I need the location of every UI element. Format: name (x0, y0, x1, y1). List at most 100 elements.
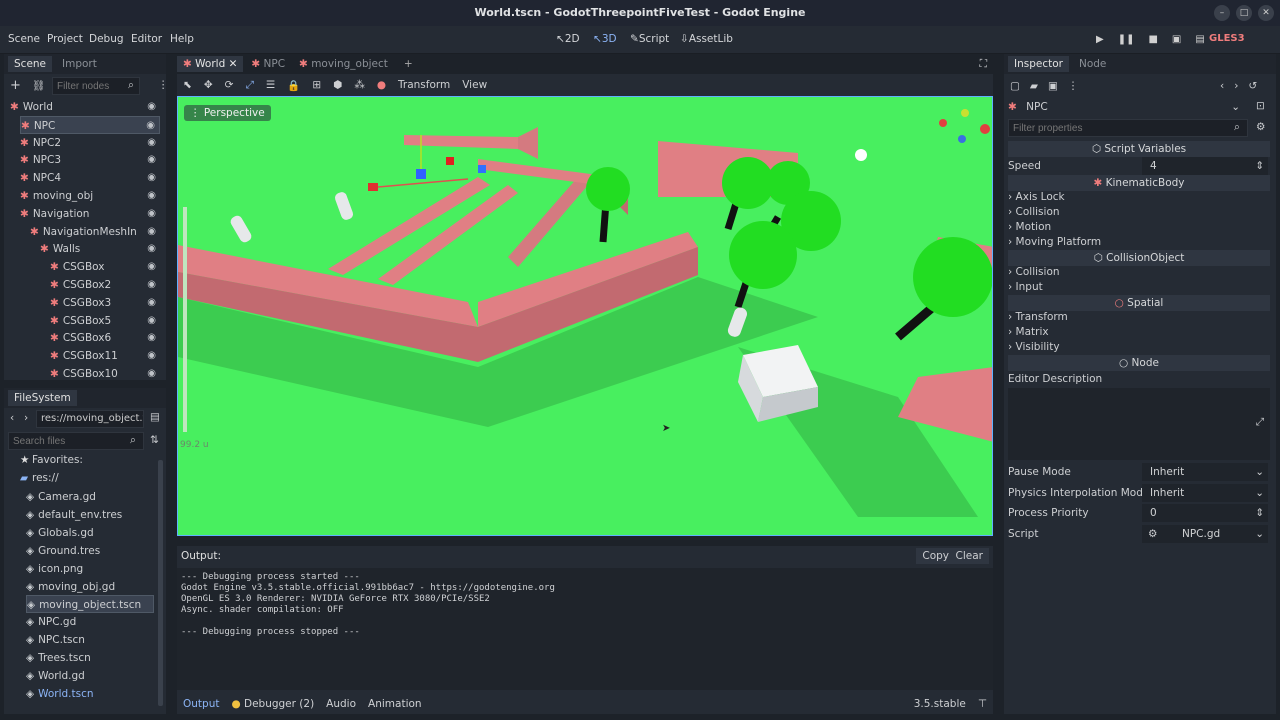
tab-moving-object[interactable]: ✱ moving_object (293, 56, 394, 72)
bottom-tab[interactable]: Output (183, 698, 219, 710)
scrollbar[interactable] (158, 460, 163, 706)
visibility-icon[interactable]: ◉ (146, 117, 155, 135)
tree-node[interactable]: ✱ NPC ◉ (20, 115, 160, 135)
list-tool-icon[interactable]: ☰ (266, 79, 275, 91)
pin-icon[interactable]: ⊤ (978, 698, 987, 710)
file-item[interactable]: ◈ NPC.tscn (26, 631, 154, 649)
visibility-icon[interactable]: ◉ (147, 134, 156, 152)
inspector-group[interactable]: › Collision (1008, 265, 1270, 280)
tab-npc[interactable]: ✱ NPC (245, 56, 291, 72)
file-item[interactable]: ◈ Camera.gd (26, 488, 154, 506)
history-icon[interactable]: ↺ (1248, 80, 1257, 92)
spinner-icon[interactable]: ⇕ (1255, 157, 1264, 175)
section-spatial[interactable]: ○ Spatial (1008, 295, 1270, 311)
bottom-tab[interactable]: Animation (368, 698, 422, 710)
transform-menu[interactable]: Transform (398, 79, 450, 91)
file-item[interactable]: ◈ World.gd (26, 667, 154, 685)
bottom-tab[interactable]: Debugger (2) (244, 698, 314, 710)
inspector-group[interactable]: › Axis Lock (1008, 190, 1270, 205)
visibility-icon[interactable]: ◉ (147, 365, 156, 378)
tree-node[interactable]: ✱ CSGBox6 ◉ (50, 329, 160, 347)
inspector-group[interactable]: › Transform (1008, 310, 1270, 325)
tree-node[interactable]: ✱ CSGBox10 ◉ (50, 365, 160, 378)
link-icon[interactable]: ⛓ (32, 79, 45, 92)
file-item[interactable]: ◈ moving_obj.gd (26, 578, 154, 596)
stop-icon[interactable]: ■ (1148, 34, 1157, 45)
close-icon[interactable]: ✕ (225, 58, 238, 70)
filter-nodes-input[interactable] (52, 77, 140, 95)
visibility-icon[interactable]: ◉ (147, 294, 156, 312)
maximize-icon[interactable]: □ (1236, 5, 1252, 21)
workspace-assetlib[interactable]: ⇩AssetLib (680, 33, 733, 45)
inspector-group[interactable]: › Collision (1008, 205, 1270, 220)
inspector-group[interactable]: › Matrix (1008, 325, 1270, 340)
close-icon[interactable]: ✕ (1258, 5, 1274, 21)
camera-icon[interactable]: ● (377, 79, 386, 91)
back-icon[interactable]: ‹ (10, 412, 14, 424)
speed-field[interactable]: 4 (1142, 157, 1268, 175)
physics-interpolation-select[interactable]: Inherit (1142, 484, 1268, 502)
tab-node[interactable]: Node (1073, 56, 1112, 72)
workspace-2d[interactable]: ↖2D (556, 33, 580, 45)
pause-icon[interactable]: ❚❚ (1118, 34, 1135, 45)
perspective-menu[interactable]: ⋮ Perspective (184, 105, 271, 121)
tree-node[interactable]: ✱ moving_obj ◉ (20, 187, 160, 205)
split-view-icon[interactable]: ▤ (150, 411, 160, 423)
filter-properties-input[interactable] (1008, 119, 1248, 137)
tree-node[interactable]: ✱ NPC3 ◉ (20, 151, 160, 169)
bottom-tab[interactable]: Audio (326, 698, 356, 710)
select-tool-icon[interactable]: ⬉ (183, 79, 192, 91)
tab-filesystem[interactable]: FileSystem (8, 390, 77, 406)
rotate-tool-icon[interactable]: ⟳ (225, 79, 234, 91)
section-kinematicbody[interactable]: ✱ KinematicBody (1008, 175, 1270, 191)
file-item[interactable]: ◈ NPC.gd (26, 613, 154, 631)
minimize-icon[interactable]: – (1214, 5, 1230, 21)
visibility-icon[interactable]: ◉ (147, 151, 156, 169)
script-resource[interactable]: NPC.gd (1142, 525, 1268, 543)
inspector-group[interactable]: › Visibility (1008, 340, 1270, 355)
visibility-icon[interactable]: ◉ (147, 329, 156, 347)
workspace-script[interactable]: ✎Script (630, 33, 669, 45)
inspector-group[interactable]: › Motion (1008, 220, 1270, 235)
search-files-input[interactable] (8, 432, 144, 450)
save-icon[interactable]: ▣ (1048, 80, 1058, 92)
local-space-icon[interactable]: ⬢ (333, 79, 342, 91)
settings-icon[interactable]: ⚙ (1256, 121, 1265, 133)
file-item[interactable]: ◈ World.tscn (26, 685, 154, 703)
distraction-free-icon[interactable]: ⛶ (980, 58, 987, 71)
tab-inspector[interactable]: Inspector (1008, 56, 1069, 72)
renderer-select[interactable]: GLES3 (1209, 33, 1245, 44)
clear-button[interactable]: Clear (949, 548, 989, 564)
menu-project[interactable]: Project (47, 33, 83, 45)
new-resource-icon[interactable]: ▢ (1010, 80, 1020, 92)
forward-icon[interactable]: › (1234, 80, 1238, 92)
3d-viewport[interactable]: ⋮ Perspective 99.2 u ➤ (177, 96, 993, 536)
section-script-variables[interactable]: ⬡ Script Variables (1008, 141, 1270, 157)
sort-icon[interactable]: ⇅ (150, 434, 159, 446)
workspace-3d[interactable]: ↖3D (593, 33, 617, 45)
path-field[interactable]: res://moving_object.ts (36, 410, 144, 428)
expand-icon[interactable]: ⤢ (1256, 416, 1264, 429)
visibility-icon[interactable]: ◉ (147, 312, 156, 330)
more-icon[interactable]: ⋮ (158, 79, 169, 91)
visibility-icon[interactable]: ◉ (147, 169, 156, 187)
group-icon[interactable]: ⊞ (312, 79, 321, 91)
tree-node[interactable]: ✱ CSGBox2 ◉ (50, 276, 160, 294)
visibility-icon[interactable]: ◉ (147, 187, 156, 205)
section-node[interactable]: ○ Node (1008, 355, 1270, 371)
file-item[interactable]: ◈ moving_object.tscn (26, 595, 154, 614)
editor-description-field[interactable]: ⤢ (1008, 388, 1270, 460)
menu-help[interactable]: Help (170, 33, 194, 45)
scale-tool-icon[interactable]: ⤢ (245, 79, 253, 92)
object-selector[interactable]: ✱ NPC ⌄ (1008, 98, 1244, 116)
tree-node[interactable]: ✱ NavigationMeshIn ◉ (30, 223, 160, 241)
tree-node[interactable]: ✱ CSGBox ◉ (50, 258, 160, 276)
visibility-icon[interactable]: ◉ (147, 347, 156, 365)
visibility-icon[interactable]: ◉ (147, 276, 156, 294)
forward-icon[interactable]: › (24, 412, 28, 424)
menu-debug[interactable]: Debug (89, 33, 124, 45)
file-item[interactable]: ◈ Ground.tres (26, 542, 154, 560)
file-item[interactable]: ◈ Trees.tscn (26, 649, 154, 667)
add-node-icon[interactable]: + (10, 78, 21, 93)
snap-icon[interactable]: ⁂ (354, 79, 365, 91)
